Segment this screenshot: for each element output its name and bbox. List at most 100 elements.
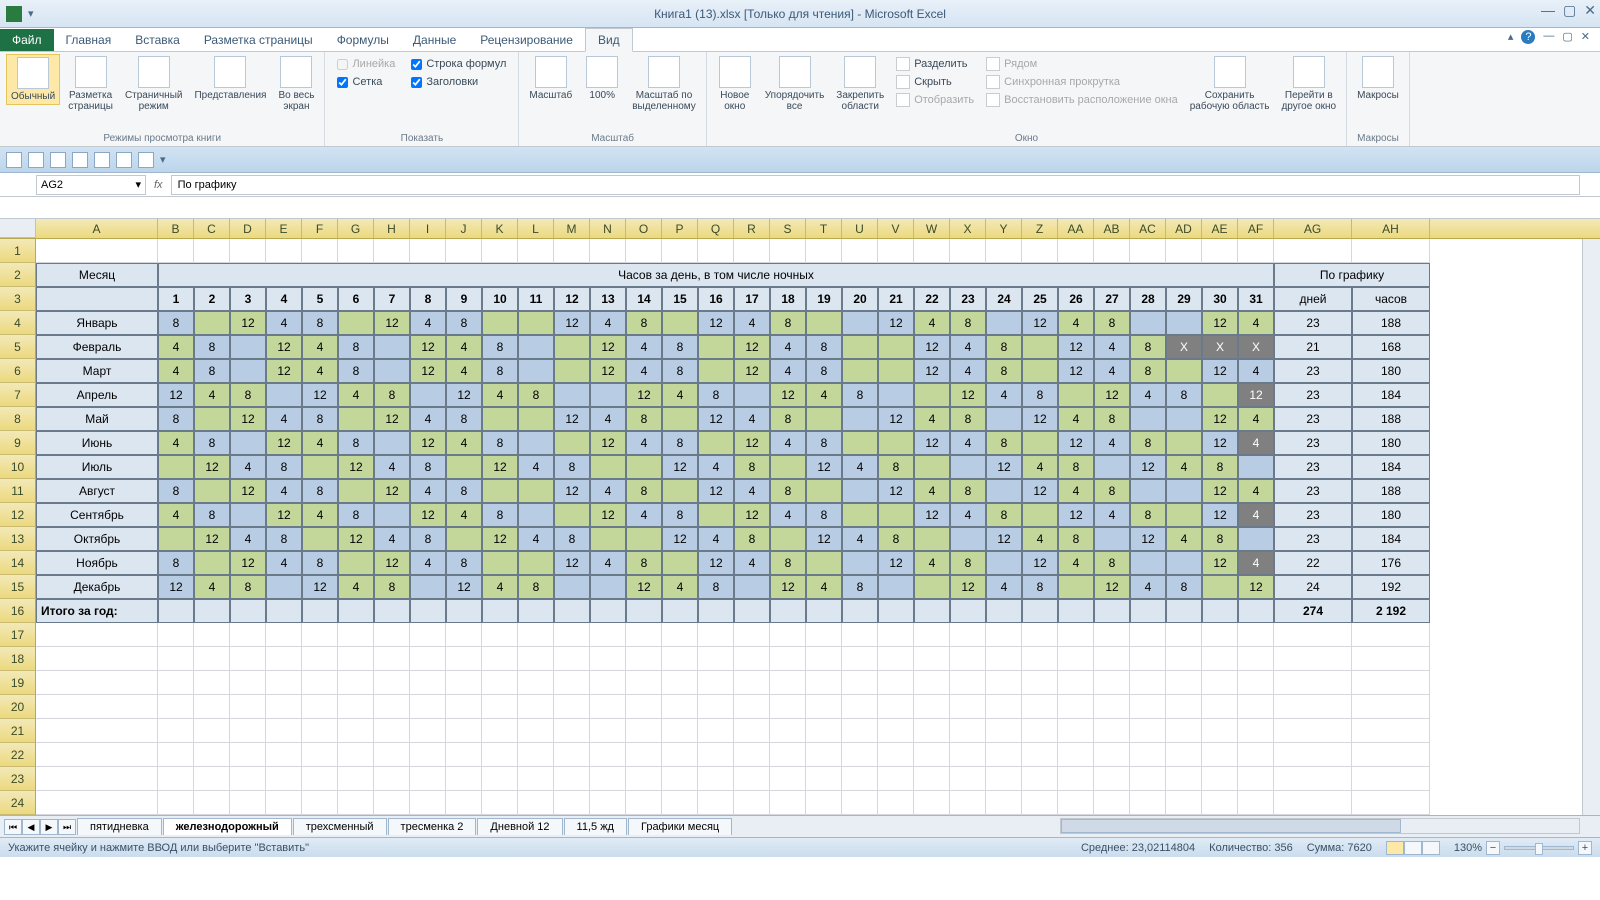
- cell[interactable]: 8: [374, 575, 410, 599]
- cell[interactable]: [806, 695, 842, 719]
- cell[interactable]: [806, 743, 842, 767]
- cell[interactable]: 8: [1166, 575, 1202, 599]
- cell[interactable]: [914, 647, 950, 671]
- cell[interactable]: [1274, 719, 1352, 743]
- cell[interactable]: [1022, 623, 1058, 647]
- cell[interactable]: [626, 599, 662, 623]
- cell[interactable]: Август: [36, 479, 158, 503]
- cell[interactable]: 3: [230, 287, 266, 311]
- cell[interactable]: [410, 695, 446, 719]
- cell[interactable]: [230, 599, 266, 623]
- cell[interactable]: [1094, 743, 1130, 767]
- cell[interactable]: [1058, 719, 1094, 743]
- cell[interactable]: [518, 431, 554, 455]
- cell[interactable]: Апрель: [36, 383, 158, 407]
- cell[interactable]: 4: [410, 551, 446, 575]
- cell[interactable]: Сентябрь: [36, 503, 158, 527]
- cell[interactable]: [698, 743, 734, 767]
- row-header[interactable]: 24: [0, 791, 36, 815]
- cell[interactable]: [842, 599, 878, 623]
- cell[interactable]: 8: [878, 527, 914, 551]
- cell[interactable]: [662, 599, 698, 623]
- cell[interactable]: [734, 623, 770, 647]
- cell[interactable]: 8: [302, 407, 338, 431]
- cell[interactable]: [914, 791, 950, 815]
- cell[interactable]: Часов за день, в том числе ночных: [158, 263, 1274, 287]
- cell[interactable]: [374, 623, 410, 647]
- cell[interactable]: [194, 551, 230, 575]
- cell[interactable]: 12: [554, 479, 590, 503]
- cell[interactable]: [1058, 647, 1094, 671]
- cell[interactable]: [1274, 671, 1352, 695]
- cell[interactable]: 24: [1274, 575, 1352, 599]
- minimize-icon[interactable]: —: [1541, 2, 1555, 19]
- cell[interactable]: [1202, 383, 1238, 407]
- cell[interactable]: 8: [194, 335, 230, 359]
- cell[interactable]: [914, 695, 950, 719]
- cell[interactable]: [662, 671, 698, 695]
- column-header[interactable]: L: [518, 219, 554, 238]
- cell[interactable]: [158, 623, 194, 647]
- cell[interactable]: [806, 239, 842, 263]
- cell[interactable]: 4: [230, 455, 266, 479]
- cell[interactable]: [842, 239, 878, 263]
- cell[interactable]: [986, 671, 1022, 695]
- cell[interactable]: [1352, 671, 1430, 695]
- cell[interactable]: [194, 479, 230, 503]
- cell[interactable]: [878, 671, 914, 695]
- split-button[interactable]: Разделить: [892, 56, 978, 72]
- cell[interactable]: 8: [518, 575, 554, 599]
- cell[interactable]: Месяц: [36, 263, 158, 287]
- cell[interactable]: [662, 551, 698, 575]
- new-window-button[interactable]: Новое окно: [713, 54, 757, 114]
- cell[interactable]: 12: [194, 527, 230, 551]
- cell[interactable]: 12: [374, 479, 410, 503]
- cell[interactable]: [806, 311, 842, 335]
- column-header[interactable]: G: [338, 219, 374, 238]
- cell[interactable]: 23: [1274, 407, 1352, 431]
- cell[interactable]: 4: [518, 455, 554, 479]
- cell[interactable]: 12: [698, 407, 734, 431]
- cell[interactable]: 4: [1058, 479, 1094, 503]
- cell[interactable]: 12: [734, 431, 770, 455]
- cell[interactable]: 8: [806, 431, 842, 455]
- cell[interactable]: 4: [230, 527, 266, 551]
- cell[interactable]: Ноябрь: [36, 551, 158, 575]
- cell[interactable]: [230, 623, 266, 647]
- cell[interactable]: 8: [446, 479, 482, 503]
- cell[interactable]: [410, 647, 446, 671]
- cell[interactable]: [374, 239, 410, 263]
- cell[interactable]: Январь: [36, 311, 158, 335]
- cell[interactable]: [482, 479, 518, 503]
- cell[interactable]: [338, 695, 374, 719]
- doc-restore-icon[interactable]: ▢: [1562, 30, 1572, 44]
- cell[interactable]: 4: [1238, 431, 1274, 455]
- cell[interactable]: [698, 335, 734, 359]
- cell[interactable]: 184: [1352, 455, 1430, 479]
- cell[interactable]: 2: [194, 287, 230, 311]
- cell[interactable]: [1238, 647, 1274, 671]
- cell[interactable]: 180: [1352, 359, 1430, 383]
- cell[interactable]: [626, 767, 662, 791]
- view-custom-button[interactable]: Представления: [190, 54, 270, 103]
- cell[interactable]: 4: [374, 455, 410, 479]
- cell[interactable]: [446, 743, 482, 767]
- spreadsheet-grid[interactable]: ABCDEFGHIJKLMNOPQRSTUVWXYZAAABACADAEAFAG…: [0, 219, 1600, 815]
- switch-window-button[interactable]: Перейти в другое окно: [1277, 54, 1340, 114]
- cell[interactable]: [518, 599, 554, 623]
- tab-nav-next-icon[interactable]: ▶: [40, 819, 58, 835]
- cell[interactable]: [1352, 239, 1430, 263]
- cell[interactable]: [194, 311, 230, 335]
- column-header[interactable]: AE: [1202, 219, 1238, 238]
- cell[interactable]: [698, 599, 734, 623]
- cell[interactable]: [590, 383, 626, 407]
- column-header[interactable]: B: [158, 219, 194, 238]
- cell[interactable]: 12: [302, 575, 338, 599]
- cell[interactable]: [1166, 767, 1202, 791]
- cell[interactable]: 12: [158, 575, 194, 599]
- cell[interactable]: [1352, 695, 1430, 719]
- cell[interactable]: [194, 647, 230, 671]
- cell[interactable]: [1202, 695, 1238, 719]
- cell[interactable]: 12: [446, 383, 482, 407]
- row-header[interactable]: 21: [0, 719, 36, 743]
